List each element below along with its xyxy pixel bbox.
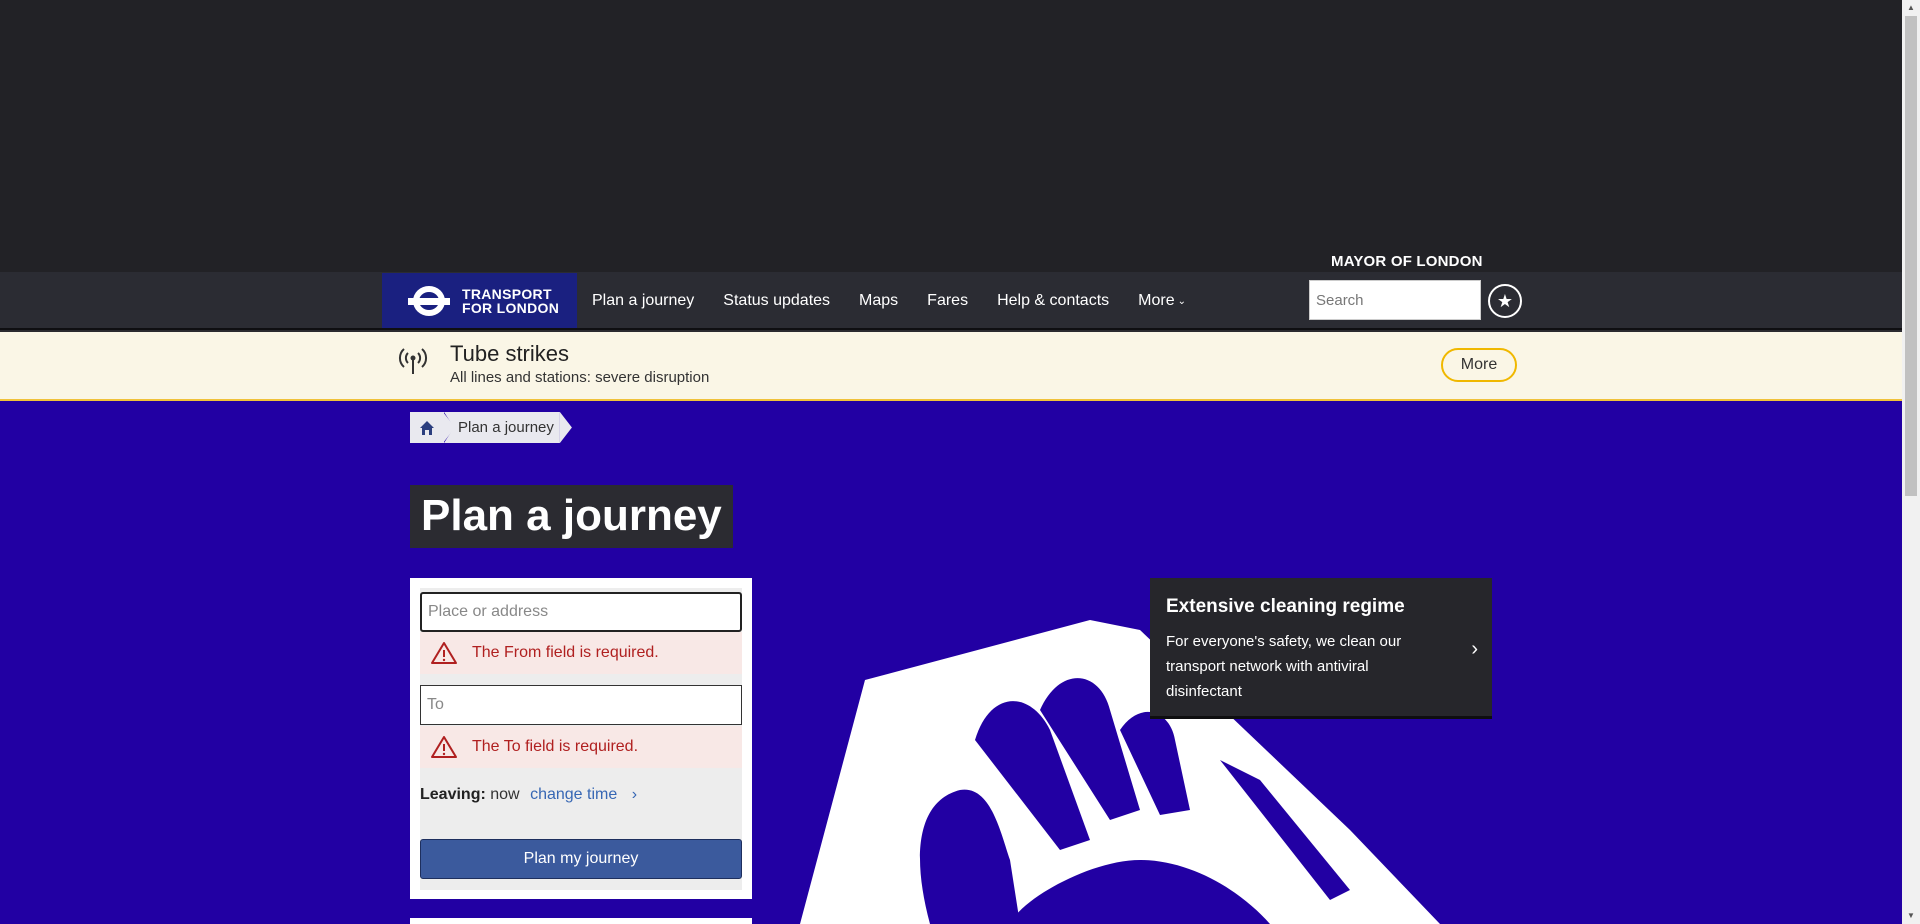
nav-fares[interactable]: Fares — [927, 292, 968, 310]
alert-more-button[interactable]: More — [1441, 348, 1517, 382]
to-input[interactable] — [420, 685, 742, 725]
plan-my-journey-button[interactable]: Plan my journey — [420, 839, 742, 879]
to-error-text: The To field is required. — [472, 738, 639, 755]
disruption-alert-bar — [0, 332, 1902, 401]
alert-subtitle: All lines and stations: severe disruptio… — [450, 369, 710, 386]
nav-links: Plan a journey Status updates Maps Fares… — [592, 273, 1186, 329]
breadcrumb: Plan a journey — [410, 412, 572, 443]
leaving-row: Leaving: now change time › — [420, 786, 637, 804]
leaving-label: Leaving: — [420, 786, 486, 803]
nav-more-label: More — [1138, 292, 1175, 309]
scrollbar-thumb[interactable] — [1905, 16, 1917, 496]
chevron-down-icon: ⌄ — [1177, 295, 1186, 307]
nav-plan-a-journey[interactable]: Plan a journey — [592, 292, 694, 310]
promo-title: Extensive cleaning regime — [1166, 596, 1405, 617]
star-icon: ★ — [1488, 284, 1522, 318]
secondary-panel — [410, 918, 752, 924]
nav-help-contacts[interactable]: Help & contacts — [997, 292, 1109, 310]
from-error-text: The From field is required. — [472, 644, 659, 661]
page-title: Plan a journey — [410, 485, 733, 548]
top-banner-area — [0, 0, 1902, 272]
logo-line-1: TRANSPORT — [462, 285, 552, 302]
scroll-up-arrow-icon[interactable]: ▲ — [1902, 0, 1920, 16]
chevron-right-icon: › — [631, 786, 638, 803]
warning-icon — [431, 736, 457, 758]
favourites-button[interactable]: ★ — [1484, 273, 1526, 329]
to-error: The To field is required. — [420, 726, 742, 768]
nav-maps[interactable]: Maps — [859, 292, 898, 310]
alert-title: Tube strikes — [450, 341, 570, 366]
tfl-logo[interactable]: TRANSPORT FOR LONDON — [382, 273, 577, 328]
breadcrumb-current: Plan a journey — [444, 412, 560, 443]
breadcrumb-home[interactable] — [410, 412, 444, 443]
home-icon — [420, 420, 434, 435]
cleaning-promo-card[interactable]: Extensive cleaning regime For everyone's… — [1150, 578, 1492, 719]
leaving-value: now — [490, 786, 520, 803]
roundel-icon — [408, 285, 450, 316]
warning-icon — [431, 642, 457, 664]
nav-more-dropdown[interactable]: More ⌄ — [1138, 292, 1186, 310]
promo-text: For everyone's safety, we clean our tran… — [1166, 633, 1402, 700]
from-error: The From field is required. — [420, 632, 742, 674]
change-time-label: change time — [530, 786, 618, 803]
mayor-of-london-label: MAYOR OF LONDON — [1331, 253, 1483, 270]
nav-status-updates[interactable]: Status updates — [723, 292, 830, 310]
scroll-down-arrow-icon[interactable]: ▼ — [1902, 908, 1920, 924]
change-time-link[interactable]: change time › — [530, 786, 637, 803]
from-input[interactable] — [420, 592, 742, 632]
search-input[interactable] — [1309, 280, 1481, 320]
logo-line-2: FOR LONDON — [462, 299, 560, 316]
broadcast-icon — [398, 348, 428, 374]
chevron-right-icon: › — [1471, 638, 1478, 660]
